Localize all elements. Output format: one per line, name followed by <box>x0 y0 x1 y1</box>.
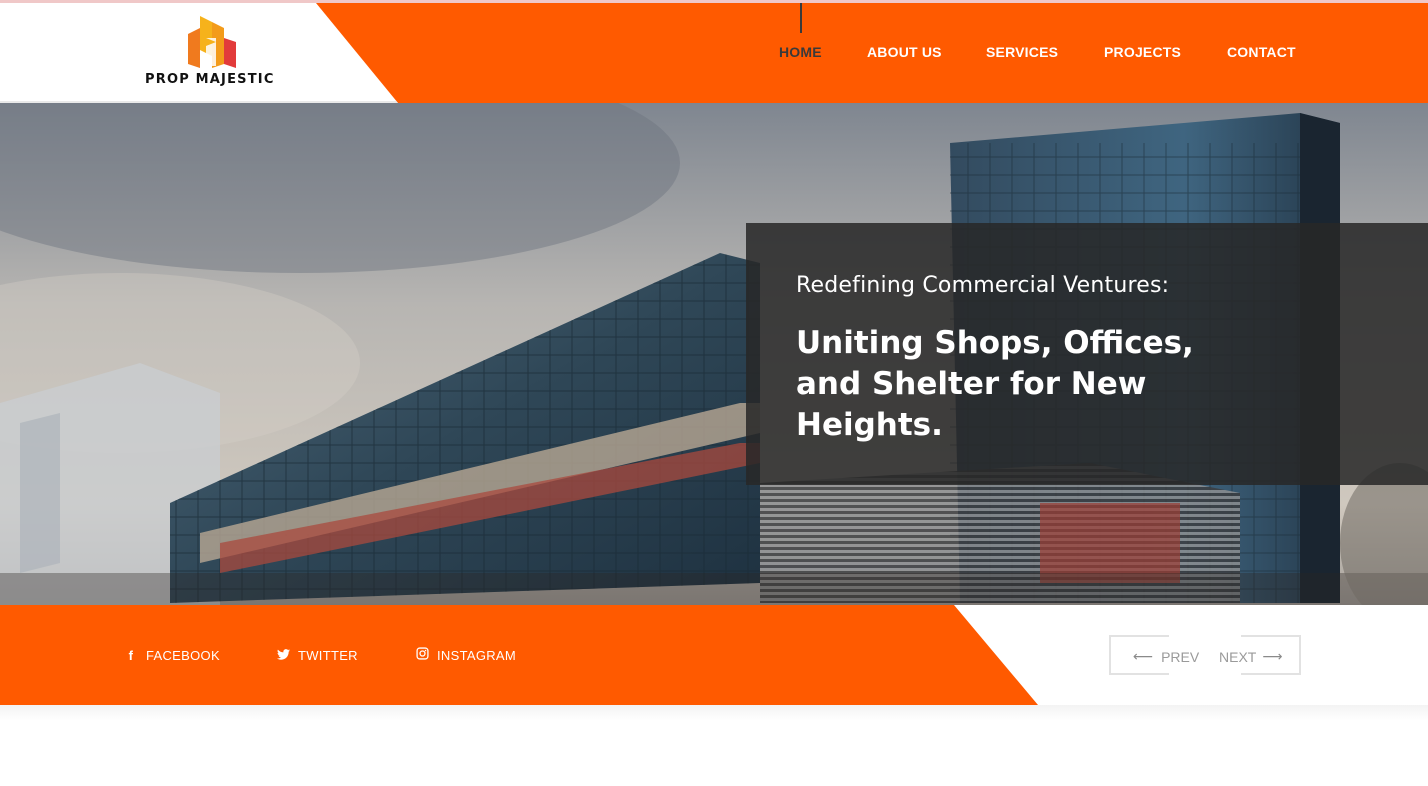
nav-contact[interactable]: CONTACT <box>1227 44 1296 60</box>
hero-subtitle: Redefining Commercial Ventures: <box>796 273 1170 298</box>
page: PROP MAJESTIC HOME ABOUT US SERVICES PRO… <box>0 0 1428 786</box>
active-nav-indicator <box>800 3 802 33</box>
instagram-icon <box>413 647 431 663</box>
next-slide-content[interactable]: NEXT ⟶ <box>1219 648 1282 665</box>
prev-slide-content[interactable]: ⟵ PREV <box>1133 648 1199 665</box>
hero-caption-box: Redefining Commercial Ventures: Uniting … <box>746 223 1428 485</box>
nav-about-us[interactable]: ABOUT US <box>867 44 942 60</box>
facebook-label: FACEBOOK <box>146 647 220 663</box>
facebook-icon: f <box>128 647 134 663</box>
logo-building-icon <box>188 16 236 68</box>
instagram-label: INSTAGRAM <box>437 647 517 663</box>
twitter-label: TWITTER <box>298 647 358 663</box>
arrow-right-icon: ⟶ <box>1262 648 1283 664</box>
nav-projects[interactable]: PROJECTS <box>1104 44 1181 60</box>
twitter-link[interactable]: TWITTER <box>274 646 358 664</box>
hero-slider: Redefining Commercial Ventures: Uniting … <box>0 103 1428 605</box>
facebook-link[interactable]: f FACEBOOK <box>122 646 220 664</box>
brand-name: PROP MAJESTIC <box>145 72 275 87</box>
twitter-icon <box>274 648 292 663</box>
arrow-left-icon: ⟵ <box>1133 648 1154 664</box>
logo-link[interactable] <box>186 16 238 72</box>
band-shadow <box>0 705 1428 721</box>
nav-home[interactable]: HOME <box>779 44 822 60</box>
next-label: NEXT <box>1219 648 1257 665</box>
hero-title: Uniting Shops, Offices, and Shelter for … <box>796 325 1194 443</box>
instagram-link[interactable]: INSTAGRAM <box>413 646 516 664</box>
nav-services[interactable]: SERVICES <box>986 44 1058 60</box>
prev-label: PREV <box>1161 648 1200 665</box>
